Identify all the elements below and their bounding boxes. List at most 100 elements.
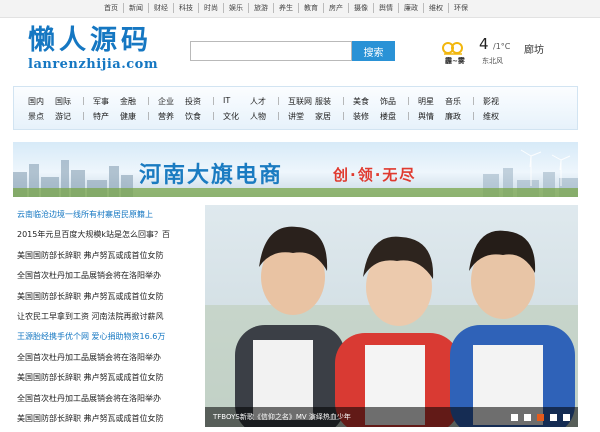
logo-domain: lanrenzhijia.com	[28, 57, 159, 72]
news-headline[interactable]: 全国首次杜丹加工品展销会将在洛阳举办	[17, 352, 161, 363]
news-headline[interactable]: 全国首次杜丹加工品展销会将在洛阳举办	[17, 270, 161, 281]
top-nav-link[interactable]: 首页	[99, 3, 123, 13]
photo-slideshow[interactable]: TFBOYS新歌《信仰之名》MV 演绎热血少年	[205, 205, 578, 427]
slide-dot[interactable]	[524, 414, 531, 421]
top-nav-link[interactable]: 时尚	[198, 3, 223, 13]
category-separator: |	[407, 96, 410, 105]
search-input[interactable]	[190, 41, 352, 61]
top-nav-link[interactable]: 维权	[423, 3, 448, 13]
category-link[interactable]: 景点	[28, 111, 55, 122]
news-headline[interactable]: 美国国防部长辞职 弗卢努瓦或成首位女防	[17, 250, 164, 261]
category-separator: |	[82, 111, 85, 120]
news-headline-featured[interactable]: 云南临沧边境一线所有村寨居民原籍上	[17, 209, 153, 220]
category-link[interactable]: 舆情	[418, 111, 445, 122]
category-link[interactable]: 军事	[93, 96, 120, 107]
news-headline[interactable]: 美国国防部长辞职 弗卢努瓦或成首位女防	[17, 413, 164, 424]
category-link[interactable]: 服装	[315, 96, 342, 107]
category-link[interactable]: 饮食	[185, 111, 212, 122]
category-link[interactable]: 健康	[120, 111, 147, 122]
site-logo[interactable]: 懒人源码 lanrenzhijia.com	[28, 25, 158, 72]
news-headline[interactable]: 美国国防部长辞职 弗卢努瓦或成首位女防	[17, 291, 164, 302]
slide-dot[interactable]	[563, 414, 570, 421]
category-separator: |	[147, 111, 150, 120]
news-headline-featured[interactable]: 王源胎经携手优个网 爱心捐助物资16.6万	[17, 331, 165, 342]
weather-city[interactable]: 廊坊	[524, 41, 544, 56]
banner-slogan: 创·领·无尽	[333, 166, 417, 184]
category-separator: |	[342, 111, 345, 120]
category-separator: |	[472, 111, 475, 120]
category-separator: |	[212, 96, 215, 105]
category-nav-row-2: 景点 游记 | 特产 健康 | 营养 饮食 | 文化 人物 | 讲堂 家居 | 装修 楼盘 | 舆情 廉政 | 维权	[28, 111, 510, 122]
top-nav-link[interactable]: 舆情	[373, 3, 398, 13]
category-link[interactable]: 国内	[28, 96, 55, 107]
category-link[interactable]: IT	[223, 96, 250, 107]
category-link[interactable]: 美食	[353, 96, 380, 107]
category-link[interactable]: 投资	[185, 96, 212, 107]
category-separator: |	[472, 96, 475, 105]
slideshow-pagination	[511, 414, 570, 421]
weather-widget: 4 /1°C 廊坊 霾~雾 东北风	[442, 35, 572, 67]
top-nav-link[interactable]: 科技	[173, 3, 198, 13]
category-separator: |	[147, 96, 150, 105]
category-link[interactable]: 营养	[158, 111, 185, 122]
category-link[interactable]: 饰品	[380, 96, 407, 107]
category-link[interactable]: 廉政	[445, 111, 472, 122]
top-nav-link[interactable]: 娱乐	[223, 3, 248, 13]
search-bar: 搜索	[190, 41, 395, 61]
category-link[interactable]: 金融	[120, 96, 147, 107]
category-link[interactable]: 楼盘	[380, 111, 407, 122]
slide-dot[interactable]	[511, 414, 518, 421]
weather-temp-unit: /1°C	[493, 42, 511, 51]
slide-dot[interactable]	[537, 414, 544, 421]
category-link[interactable]: 讲堂	[288, 111, 315, 122]
news-headline[interactable]: 2015年元旦百度大规模k站是怎么回事？百	[17, 229, 170, 240]
category-nav: 国内 国际 | 军事 金融 | 企业 投资 | IT 人才 | 互联网 服装 | 美食 饰品 | 明星 音乐 | 影视 景…	[13, 86, 578, 130]
search-button[interactable]: 搜索	[352, 41, 395, 61]
news-headline[interactable]: 全国首次杜丹加工品展销会将在洛阳举办	[17, 393, 161, 404]
city-skyline-illustration	[13, 149, 578, 197]
category-link[interactable]: 人才	[250, 96, 277, 107]
logo-chinese: 懒人源码	[28, 25, 152, 56]
ad-banner[interactable]: 河南大旗电商 创·领·无尽	[13, 142, 578, 197]
top-nav-link[interactable]: 养生	[273, 3, 298, 13]
top-nav-link[interactable]: 教育	[298, 3, 323, 13]
category-link[interactable]: 维权	[483, 111, 510, 122]
category-separator: |	[407, 111, 410, 120]
category-separator: |	[342, 96, 345, 105]
top-nav-link[interactable]: 财经	[148, 3, 173, 13]
news-headline[interactable]: 美国国防部长辞职 弗卢努瓦或成首位女防	[17, 372, 164, 383]
category-link[interactable]: 国际	[55, 96, 82, 107]
top-nav-link[interactable]: 廉政	[398, 3, 423, 13]
top-bar: 首页 新闻 财经 科技 时尚 娱乐 旅游 养生 教育 房产 摄像 舆情 廉政 维权 环保	[0, 0, 600, 18]
category-link[interactable]: 装修	[353, 111, 380, 122]
category-link[interactable]: 音乐	[445, 96, 472, 107]
top-nav-link[interactable]: 旅游	[248, 3, 273, 13]
category-link[interactable]: 互联网	[288, 96, 315, 107]
category-nav-row-1: 国内 国际 | 军事 金融 | 企业 投资 | IT 人才 | 互联网 服装 | 美食 饰品 | 明星 音乐 | 影视	[28, 96, 510, 107]
banner-title: 河南大旗电商	[139, 163, 284, 188]
slideshow-caption[interactable]: TFBOYS新歌《信仰之名》MV 演绎热血少年	[213, 412, 351, 422]
category-separator: |	[212, 111, 215, 120]
top-nav-link[interactable]: 环保	[448, 3, 473, 13]
category-link[interactable]: 游记	[55, 111, 82, 122]
weather-wind: 东北风	[482, 57, 503, 65]
category-link[interactable]: 家居	[315, 111, 342, 122]
slide-dot[interactable]	[550, 414, 557, 421]
top-nav-link[interactable]: 新闻	[123, 3, 148, 13]
category-link[interactable]: 影视	[483, 96, 510, 107]
news-headline[interactable]: 让农民工早拿到工资 河南法院再掀讨薪风	[17, 311, 164, 322]
top-nav-link[interactable]: 房产	[323, 3, 348, 13]
weather-haze-icon	[442, 42, 463, 55]
category-link[interactable]: 人物	[250, 111, 277, 122]
weather-temp: 4	[479, 35, 489, 53]
category-separator: |	[82, 96, 85, 105]
top-nav-link[interactable]: 摄像	[348, 3, 373, 13]
category-separator: |	[277, 96, 280, 105]
category-separator: |	[277, 111, 280, 120]
category-link[interactable]: 明星	[418, 96, 445, 107]
slideshow-photo	[205, 205, 578, 427]
category-link[interactable]: 文化	[223, 111, 250, 122]
category-link[interactable]: 企业	[158, 96, 185, 107]
category-link[interactable]: 特产	[93, 111, 120, 122]
top-nav: 首页 新闻 财经 科技 时尚 娱乐 旅游 养生 教育 房产 摄像 舆情 廉政 维权 环保	[99, 3, 473, 13]
